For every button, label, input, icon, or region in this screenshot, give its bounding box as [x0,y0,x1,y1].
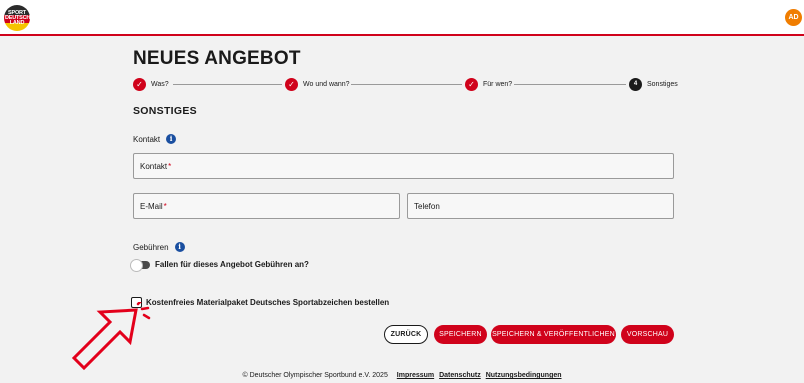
step-connector [351,84,462,85]
contact-label-row: Kontakt i [133,134,177,144]
step-number: 4 [629,77,642,91]
step-label: Wo und wann? [303,80,350,88]
step-label: Was? [151,80,169,88]
user-avatar[interactable]: AD [785,9,802,26]
save-button[interactable]: SPEICHERN [434,325,487,344]
sportdeutschland-logo[interactable]: SPORT DEUTSCH LAND [4,5,30,31]
contact-label: Kontakt [133,134,161,144]
fees-label: Gebühren [133,242,169,252]
step-label: Sonstiges [647,80,678,88]
section-title: SONSTIGES [133,105,197,117]
required-mark: * [163,201,167,211]
impressum-link[interactable]: Impressum [397,372,434,379]
fees-toggle-label: Fallen für dieses Angebot Gebühren an? [155,260,309,269]
preview-button[interactable]: VORSCHAU [621,325,674,344]
required-mark: * [168,161,172,171]
info-icon[interactable]: i [166,134,177,144]
email-placeholder: E-Mail [140,201,163,211]
step-sonstiges[interactable]: 4 Sonstiges [629,77,678,91]
step-connector [173,84,282,85]
step-connector [514,84,626,85]
back-button[interactable]: ZURÜCK [384,325,428,344]
phone-field[interactable]: Telefon [407,193,674,219]
progress-stepper: ✓ Was? ✓ Wo und wann? ✓ Für wen? 4 Sonst… [133,77,678,91]
phone-placeholder: Telefon [414,201,440,211]
datenschutz-link[interactable]: Datenschutz [439,372,481,379]
step-was[interactable]: ✓ Was? [133,77,169,91]
info-icon[interactable]: i [174,242,185,252]
step-wo-und-wann[interactable]: ✓ Wo und wann? [285,77,350,91]
fees-label-row: Gebühren i [133,242,185,252]
check-icon: ✓ [285,77,298,91]
pointer-arrow-icon [71,302,151,371]
top-bar: SPORT DEUTSCH LAND AD [0,0,804,36]
footer: © Deutscher Olympischer Sportbund e.V. 2… [0,372,804,379]
material-checkbox-row: Kostenfreies Materialpaket Deutsches Spo… [131,297,389,308]
fees-toggle-row: Fallen für dieses Angebot Gebühren an? [130,258,309,272]
step-label: Für wen? [483,80,513,88]
copyright: © Deutscher Olympischer Sportbund e.V. 2… [242,372,388,379]
contact-field[interactable]: Kontakt * [133,153,674,179]
save-publish-button[interactable]: SPEICHERN & VERÖFFENTLICHEN [491,325,616,344]
page-title: NEUES ANGEBOT [133,48,301,69]
check-icon: ✓ [465,77,478,91]
logo-line-3: LAND [9,20,25,26]
nutzungsbedingungen-link[interactable]: Nutzungsbedingungen [486,372,562,379]
contact-placeholder: Kontakt [140,161,168,171]
fees-toggle[interactable] [130,258,150,272]
email-field[interactable]: E-Mail * [133,193,400,219]
step-fuer-wen[interactable]: ✓ Für wen? [465,77,512,91]
check-icon: ✓ [133,77,146,91]
material-checkbox-label: Kostenfreies Materialpaket Deutsches Spo… [146,298,390,307]
